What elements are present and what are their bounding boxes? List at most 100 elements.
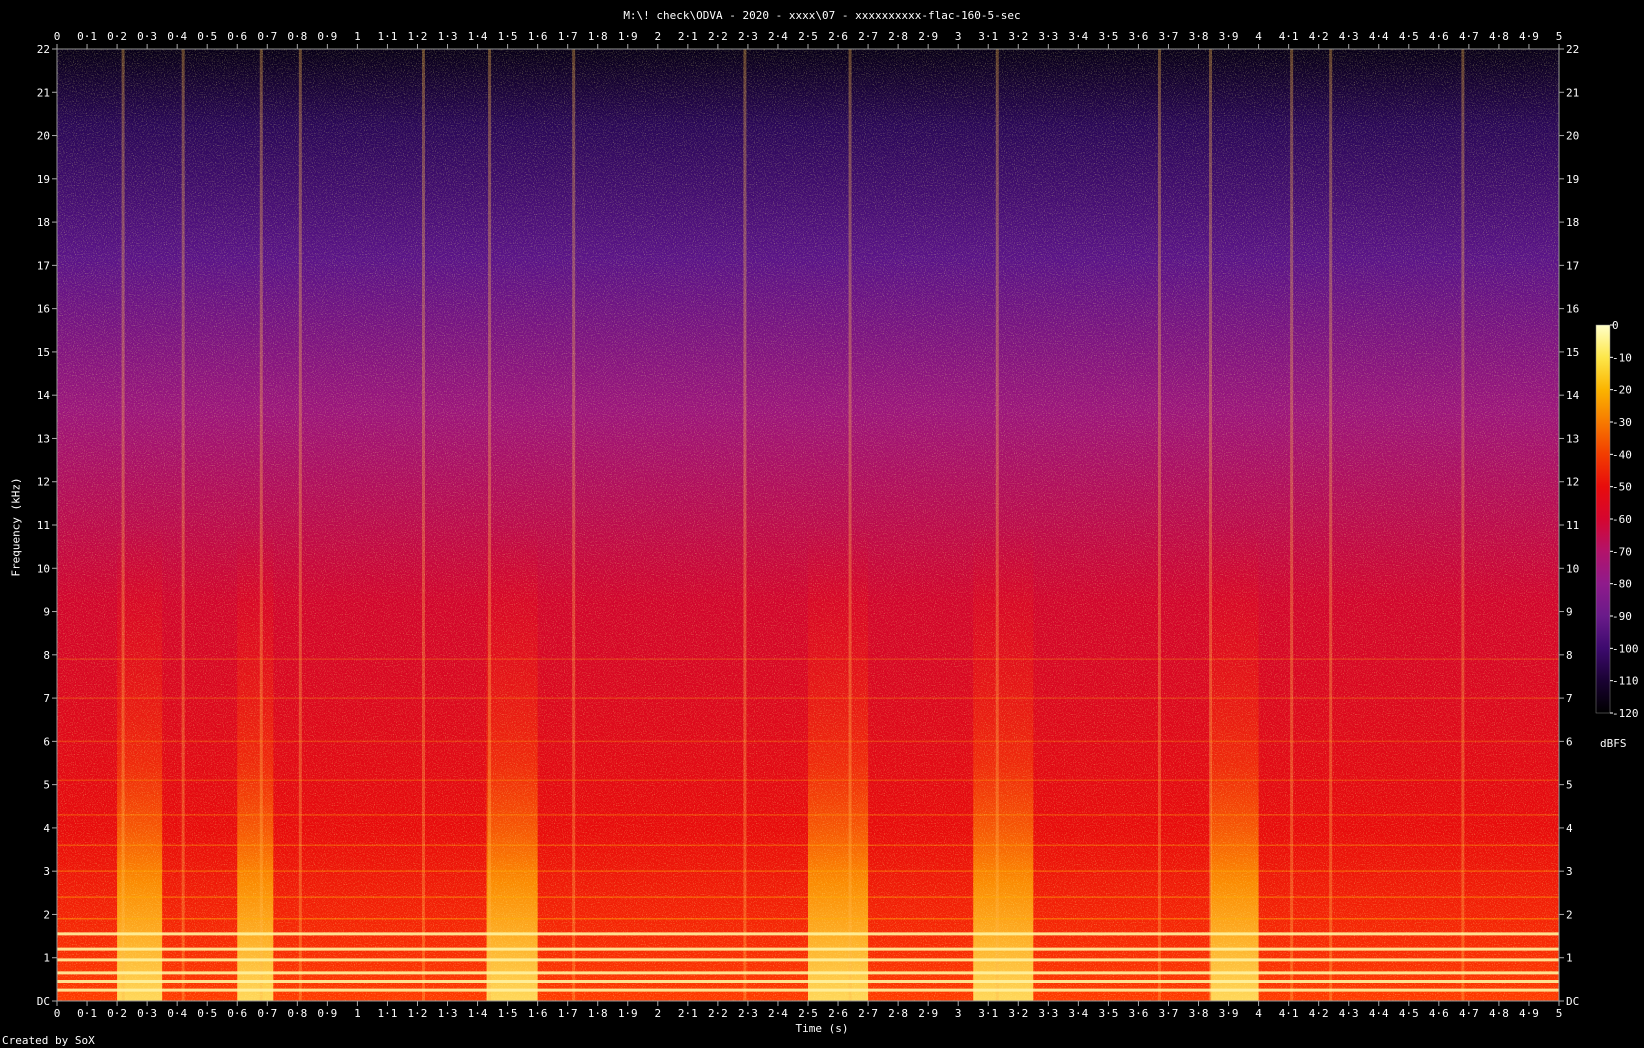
- credit-text: Created by SoX: [2, 1034, 95, 1047]
- x-tick-label-bottom: 2·3: [738, 1007, 758, 1020]
- x-tick-label-bottom: 1·6: [528, 1007, 548, 1020]
- x-tick-label-top: 2·5: [798, 30, 818, 43]
- x-tick-label-top: 4·3: [1339, 30, 1359, 43]
- y-axis-left: DC12345678910111213141516171819202122: [37, 43, 57, 1008]
- colorbar: [1595, 324, 1611, 714]
- y-tick-label-left: 12: [37, 476, 50, 489]
- x-tick-label-bottom: 3: [955, 1007, 962, 1020]
- x-tick-label-top: 1·8: [588, 30, 608, 43]
- x-tick-label-bottom: 2·7: [858, 1007, 878, 1020]
- x-tick-label-bottom: 0·9: [317, 1007, 337, 1020]
- x-tick-label-top: 0·3: [137, 30, 157, 43]
- x-tick-label-bottom: 2·9: [918, 1007, 938, 1020]
- y-tick-label-right: 18: [1566, 216, 1579, 229]
- y-tick-label-left: DC: [37, 995, 50, 1008]
- x-tick-label-top: 4: [1255, 30, 1262, 43]
- y-tick-label-right: 20: [1566, 130, 1579, 143]
- x-tick-label-bottom: 2·8: [888, 1007, 908, 1020]
- y-tick-label-right: 4: [1566, 822, 1573, 835]
- colorbar-tick-label: -10: [1612, 351, 1632, 364]
- x-tick-label-bottom: 4·5: [1399, 1007, 1419, 1020]
- colorbar-tick-label: -20: [1612, 384, 1632, 397]
- y-tick-label-right: 13: [1566, 432, 1579, 445]
- x-tick-label-top: 3·4: [1068, 30, 1088, 43]
- y-tick-label-right: 1: [1566, 952, 1573, 965]
- x-tick-label-bottom: 4·3: [1339, 1007, 1359, 1020]
- x-tick-label-bottom: 1·7: [558, 1007, 578, 1020]
- x-tick-label-top: 3·6: [1129, 30, 1149, 43]
- colorbar-tick-label: -100: [1612, 642, 1639, 655]
- y-tick-label-right: 12: [1566, 476, 1579, 489]
- x-tick-label-bottom: 1·4: [468, 1007, 488, 1020]
- colorbar-tick-label: -30: [1612, 416, 1632, 429]
- colorbar-tick-label: -70: [1612, 545, 1632, 558]
- y-tick-label-right: 17: [1566, 259, 1579, 272]
- y-tick-label-left: 10: [37, 562, 50, 575]
- x-tick-label-top: 3·1: [978, 30, 998, 43]
- x-tick-label-top: 0·6: [227, 30, 247, 43]
- y-tick-label-right: 22: [1566, 43, 1579, 56]
- x-axis-top: 0 0·1 0·2 0·3 0·4 0·5 0·6 0·7 0·8 0·9 1 1·1 1·2 1·3 1·…: [54, 30, 1562, 49]
- y-tick-label-right: 6: [1566, 735, 1573, 748]
- x-tick-label-top: 3·7: [1159, 30, 1179, 43]
- x-tick-label-bottom: 1·9: [618, 1007, 638, 1020]
- x-tick-label-top: 2·3: [738, 30, 758, 43]
- x-tick-label-top: 1·2: [408, 30, 428, 43]
- x-tick-label-top: 2: [654, 30, 661, 43]
- x-tick-label-bottom: 0·7: [257, 1007, 277, 1020]
- x-tick-label-top: 0·2: [107, 30, 127, 43]
- y-tick-label-left: 22: [37, 43, 50, 56]
- y-tick-label-left: 17: [37, 259, 50, 272]
- x-tick-label-bottom: 2·5: [798, 1007, 818, 1020]
- x-tick-label-bottom: 2·4: [768, 1007, 788, 1020]
- y-tick-label-left: 15: [37, 346, 50, 359]
- x-tick-label-bottom: 2·2: [708, 1007, 728, 1020]
- y-tick-label-left: 6: [43, 735, 50, 748]
- y-tick-label-left: 4: [43, 822, 50, 835]
- y-tick-label-right: 19: [1566, 173, 1579, 186]
- x-tick-label-bottom: 4·9: [1519, 1007, 1539, 1020]
- x-tick-label-bottom: 3·3: [1038, 1007, 1058, 1020]
- x-tick-label-bottom: 4·1: [1279, 1007, 1299, 1020]
- colorbar-tick-label: -60: [1612, 513, 1632, 526]
- y-tick-label-right: 10: [1566, 562, 1579, 575]
- colorbar-unit: dBFS: [1600, 737, 1627, 750]
- noise-texture: [57, 49, 1559, 1001]
- x-tick-label-bottom: 3·1: [978, 1007, 998, 1020]
- x-tick-label-bottom: 0·2: [107, 1007, 127, 1020]
- y-tick-label-left: 20: [37, 130, 50, 143]
- x-tick-label-top: 2·6: [828, 30, 848, 43]
- x-tick-label-top: 1: [354, 30, 361, 43]
- x-tick-label-bottom: 0·6: [227, 1007, 247, 1020]
- x-tick-label-bottom: 3·2: [1008, 1007, 1028, 1020]
- x-tick-label-top: 0·9: [317, 30, 337, 43]
- colorbar-tick-label: -90: [1612, 610, 1632, 623]
- x-tick-label-top: 2·7: [858, 30, 878, 43]
- y-tick-label-left: 11: [37, 519, 50, 532]
- x-tick-label-top: 2·8: [888, 30, 908, 43]
- y-tick-label-right: 8: [1566, 649, 1573, 662]
- x-tick-label-top: 1·5: [498, 30, 518, 43]
- colorbar-tick-label: -110: [1612, 675, 1639, 688]
- x-tick-label-top: 0·7: [257, 30, 277, 43]
- y-tick-label-right: 21: [1566, 86, 1579, 99]
- x-tick-label-top: 4·8: [1489, 30, 1509, 43]
- x-tick-label-top: 3·2: [1008, 30, 1028, 43]
- x-axis-bottom: 0 0·1 0·2 0·3 0·4 0·5 0·6 0·7 0·8 0·9 1 1·1 1·2 1·3 1·…: [54, 1001, 1563, 1020]
- y-tick-label-left: 16: [37, 303, 50, 316]
- x-tick-label-top: 4·4: [1369, 30, 1389, 43]
- y-tick-label-right: 16: [1566, 303, 1579, 316]
- x-tick-label-bottom: 5: [1556, 1007, 1563, 1020]
- x-tick-label-top: 4·6: [1429, 30, 1449, 43]
- y-tick-label-right: 11: [1566, 519, 1579, 532]
- y-tick-label-right: 2: [1566, 908, 1573, 921]
- colorbar-tick-label: -80: [1612, 578, 1632, 591]
- x-tick-label-bottom: 0: [54, 1007, 61, 1020]
- colorbar-ticks: 0 -10 -20 -30 -40 -50 -60 -70 -80 -90 -100 -110 -120: [1610, 319, 1639, 720]
- x-tick-label-top: 4·9: [1519, 30, 1539, 43]
- x-tick-label-top: 4·7: [1459, 30, 1479, 43]
- x-tick-label-bottom: 1·8: [588, 1007, 608, 1020]
- x-tick-label-top: 4·1: [1279, 30, 1299, 43]
- x-tick-label-top: 0: [54, 30, 61, 43]
- x-tick-label-bottom: 0·4: [167, 1007, 187, 1020]
